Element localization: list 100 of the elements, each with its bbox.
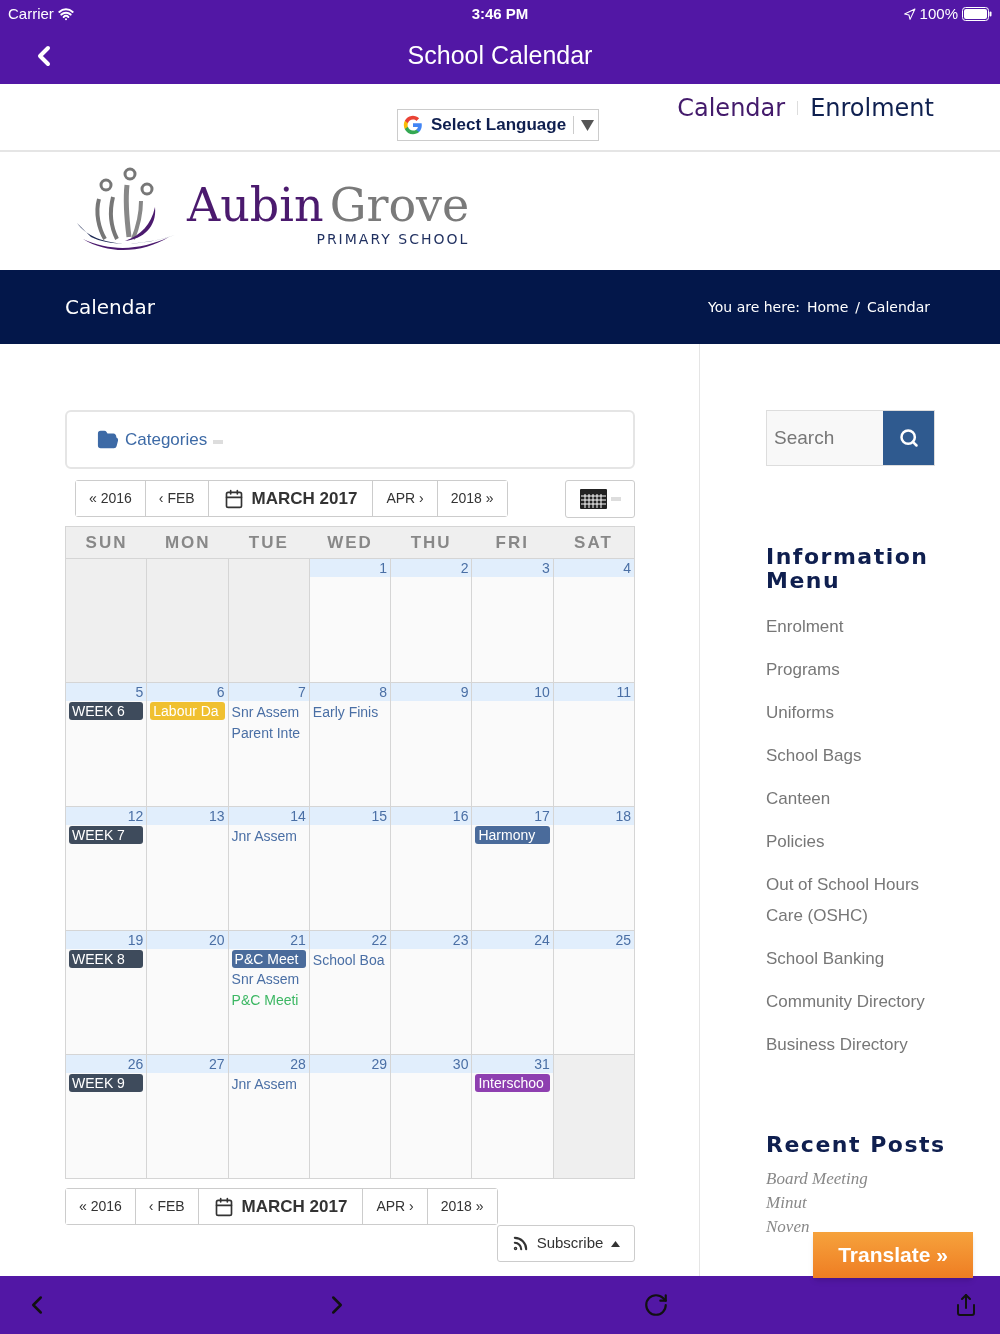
weekday-header: SAT — [573, 532, 614, 554]
day-number: 6 — [216, 683, 225, 701]
day-number: 30 — [452, 1055, 469, 1073]
month-nav-button[interactable]: « 2016 — [76, 481, 146, 516]
menu-link[interactable]: Enrolment — [766, 611, 931, 642]
weekday-header: SUN — [84, 532, 129, 554]
folder-icon — [97, 428, 119, 451]
event-label[interactable]: Interschoo — [475, 1074, 550, 1092]
event-label[interactable]: WEEK 9 — [69, 1074, 144, 1092]
month-nav-button[interactable]: « 2016 — [66, 1189, 136, 1224]
breadcrumb-label: You are here: — [708, 297, 800, 317]
day-number: 31 — [534, 1055, 550, 1073]
day-number: 22 — [371, 931, 388, 949]
day-number: 21 — [290, 931, 306, 949]
calendar-icon — [223, 488, 244, 509]
language-select[interactable]: Select Language — [397, 109, 600, 141]
school-subtitle: PRIMARY SCHOOL — [316, 229, 470, 249]
day-number: 15 — [371, 807, 388, 825]
battery-icon — [962, 7, 992, 21]
location-icon — [902, 7, 916, 21]
post-link-text[interactable]: Noven — [766, 1215, 810, 1239]
day-number: 20 — [209, 931, 225, 949]
post-link-text[interactable]: Board Meeting — [766, 1167, 868, 1191]
menu-link[interactable]: Out of School Hours Care (OSHC) — [766, 869, 931, 931]
categories-link[interactable]: Categories — [125, 426, 208, 453]
reload-icon — [643, 1292, 669, 1318]
menu-link[interactable]: School Banking — [766, 943, 931, 974]
share-button[interactable] — [954, 1293, 978, 1317]
day-number: 12 — [127, 807, 144, 825]
event-label[interactable]: Harmony — [475, 826, 550, 844]
post-link-text[interactable]: Minut — [766, 1191, 807, 1215]
weekday-header: WED — [326, 532, 374, 554]
rss-icon — [511, 1235, 529, 1252]
day-number: 23 — [452, 931, 469, 949]
event-link[interactable]: School Boa — [309, 950, 391, 970]
battery-label: 100% — [919, 3, 958, 24]
day-number: 2 — [460, 559, 469, 577]
menu-link[interactable]: Uniforms — [766, 697, 931, 728]
day-number: 25 — [615, 931, 631, 949]
day-number: 10 — [534, 683, 550, 701]
reload-button[interactable] — [643, 1292, 669, 1318]
breadcrumb-link[interactable]: Home — [807, 296, 849, 318]
subscribe-button[interactable]: Subscribe — [497, 1225, 635, 1262]
menu-link[interactable]: Business Directory — [766, 1029, 931, 1060]
carrier-label: Carrier — [8, 3, 54, 24]
header-link[interactable]: Enrolment — [810, 90, 934, 126]
day-number: 4 — [623, 559, 631, 577]
day-number: 27 — [209, 1055, 225, 1073]
menu-link[interactable]: School Bags — [766, 740, 931, 771]
day-number: 7 — [298, 683, 306, 701]
language-label: Select Language — [431, 114, 567, 137]
day-number: 1 — [379, 559, 388, 577]
clock-label: 3:46 PM — [471, 3, 529, 24]
breadcrumb-link[interactable]: Calendar — [867, 296, 930, 318]
event-label[interactable]: WEEK 7 — [69, 826, 144, 844]
event-label[interactable]: WEEK 6 — [69, 702, 144, 720]
event-link[interactable]: Parent Inte — [228, 723, 309, 743]
day-number: 11 — [616, 683, 631, 701]
caret-icon — [611, 1240, 621, 1247]
header-link[interactable]: Calendar — [677, 90, 786, 126]
event-label[interactable]: P&C Meet — [231, 950, 306, 968]
weekday-header: MON — [163, 532, 212, 554]
day-number: 14 — [290, 807, 306, 825]
day-number: 28 — [290, 1055, 306, 1073]
school-name: Grove — [329, 180, 470, 229]
wifi-icon — [57, 6, 74, 22]
day-number: 18 — [615, 807, 631, 825]
posts-heading: Recent Posts — [766, 1131, 947, 1159]
dash-icon — [213, 439, 224, 444]
day-number: 26 — [127, 1055, 144, 1073]
view-toggle-button[interactable] — [565, 480, 635, 518]
weekday-header: TUE — [247, 532, 290, 554]
dash-icon — [610, 497, 621, 501]
page-title: School Calendar — [407, 40, 593, 72]
menu-heading: Information Menu — [766, 545, 930, 593]
calendar-icon — [213, 1196, 234, 1217]
day-number: 19 — [127, 931, 144, 949]
menu-link[interactable]: Policies — [766, 826, 931, 857]
day-number: 24 — [534, 931, 550, 949]
day-number: 5 — [135, 683, 144, 701]
weekday-header: THU — [409, 532, 453, 554]
event-link[interactable]: Snr Assem — [228, 969, 309, 989]
school-name: Aubin — [187, 180, 324, 229]
day-number: 16 — [452, 807, 469, 825]
caret-icon — [581, 119, 595, 131]
event-link[interactable]: Jnr Assem — [228, 826, 309, 846]
menu-link[interactable]: Programs — [766, 654, 931, 685]
g-logo-icon — [402, 114, 424, 136]
menu-link[interactable]: Community Directory — [766, 986, 931, 1017]
day-number: 3 — [541, 559, 550, 577]
event-link[interactable]: Jnr Assem — [228, 1074, 309, 1094]
menu-link[interactable]: Canteen — [766, 783, 931, 814]
event-link[interactable]: Early Finis — [309, 702, 391, 722]
event-label[interactable]: WEEK 8 — [69, 950, 144, 968]
banner-title: Calendar — [65, 294, 155, 321]
share-icon — [954, 1293, 978, 1317]
day-number: 29 — [371, 1055, 388, 1073]
event-link[interactable]: Snr Assem — [228, 702, 309, 722]
day-number: 8 — [379, 683, 388, 701]
breadcrumb-separator: / — [855, 297, 861, 317]
